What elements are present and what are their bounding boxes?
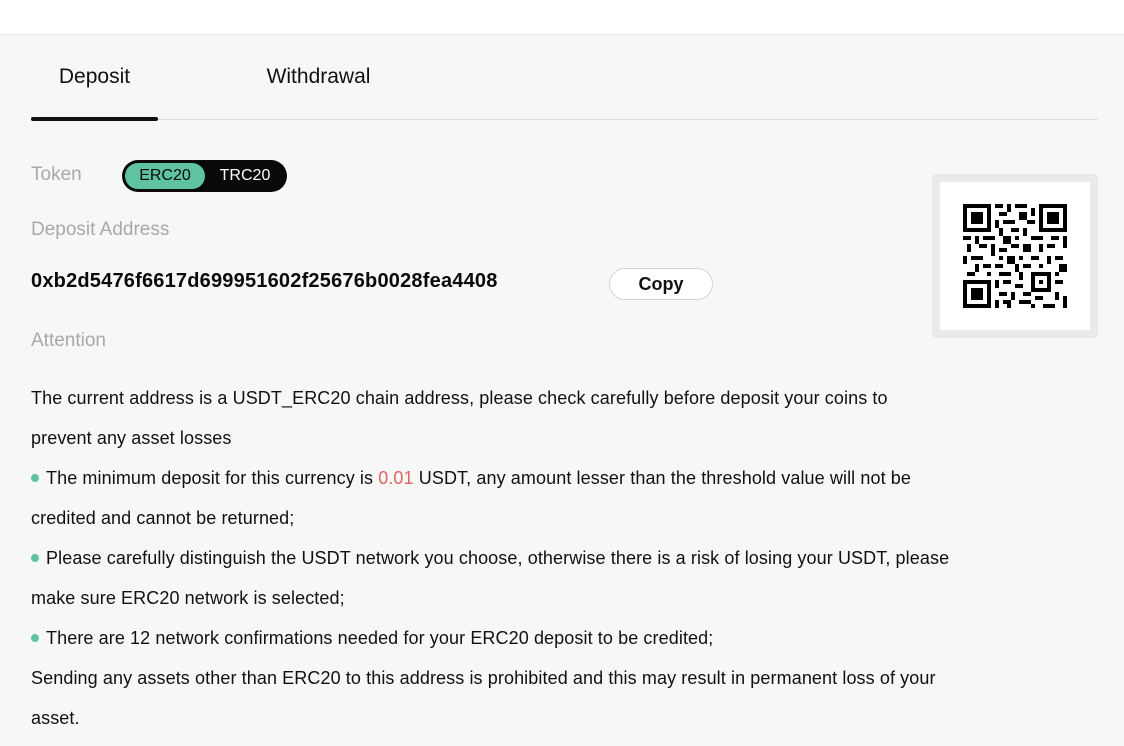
bullet-dot-icon	[31, 554, 39, 562]
bullet-dot-icon	[31, 474, 39, 482]
notice-confirmations: There are 12 network confirmations neede…	[31, 618, 951, 658]
active-tab-indicator	[31, 117, 158, 121]
token-label: Token	[31, 164, 82, 185]
attention-notes: The current address is a USDT_ERC20 chai…	[31, 378, 951, 738]
deposit-address: 0xb2d5476f6617d699951602f25676b0028fea44…	[31, 270, 498, 292]
notice-warning: Sending any assets other than ERC20 to t…	[31, 668, 936, 728]
tab-bar: Deposit Withdrawal	[31, 34, 1098, 121]
token-option-erc20[interactable]: ERC20	[125, 163, 205, 189]
attention-label: Attention	[31, 330, 106, 351]
token-switch: ERC20 TRC20	[122, 160, 287, 192]
bullet-dot-icon	[31, 634, 39, 642]
notice-network: Please carefully distinguish the USDT ne…	[31, 538, 951, 618]
qr-code	[932, 174, 1098, 338]
qr-code-icon	[940, 182, 1090, 330]
top-bar	[0, 0, 1124, 35]
minimum-deposit-text: The minimum deposit for this currency is	[46, 468, 379, 488]
copy-button[interactable]: Copy	[609, 268, 713, 300]
tab-withdrawal[interactable]: Withdrawal	[253, 34, 384, 119]
tab-deposit[interactable]: Deposit	[31, 34, 158, 119]
network-text: Please carefully distinguish the USDT ne…	[31, 548, 950, 608]
token-option-trc20[interactable]: TRC20	[206, 163, 284, 189]
notice-intro: The current address is a USDT_ERC20 chai…	[31, 388, 888, 448]
confirmations-text: There are 12 network confirmations neede…	[46, 628, 714, 648]
deposit-address-label: Deposit Address	[31, 219, 170, 240]
minimum-deposit-value: 0.01	[378, 468, 414, 488]
notice-minimum-deposit: The minimum deposit for this currency is…	[31, 458, 951, 538]
